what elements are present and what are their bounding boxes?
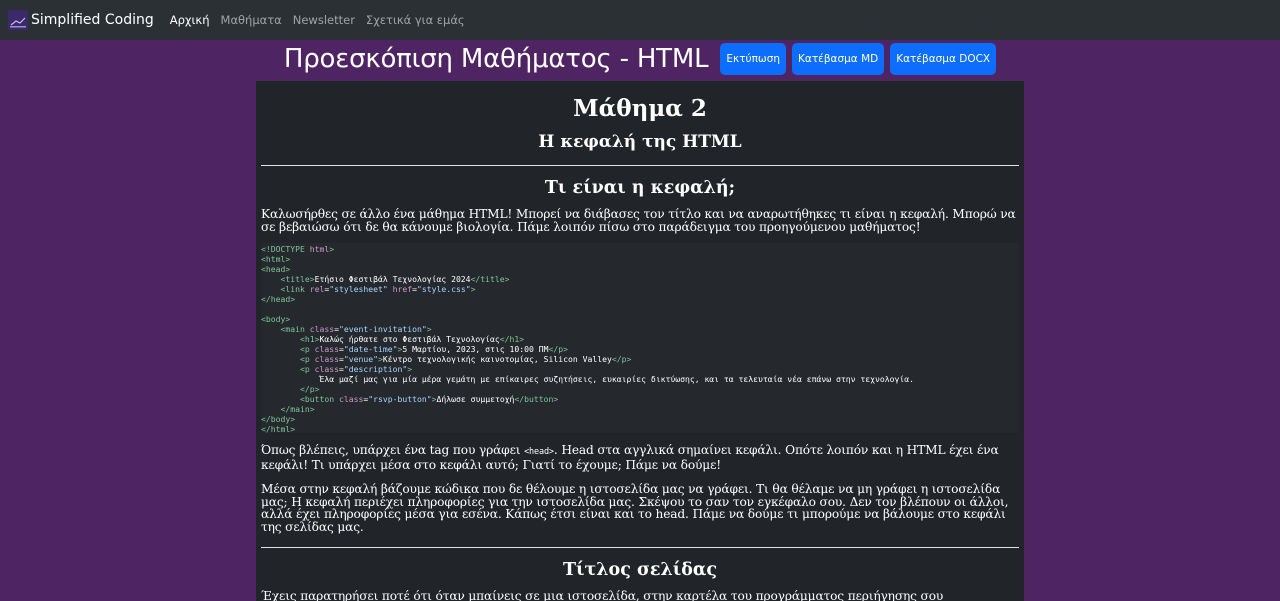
download-docx-button[interactable]: Κατέβασμα DOCX [890, 43, 997, 75]
code-button-text: Δήλωσε συμμετοχή [436, 394, 515, 405]
head-purpose-paragraph: Μέσα στην κεφαλή βάζουμε κώδικα που δε θ… [261, 481, 1009, 534]
section-title-head: Τι είναι η κεφαλή; [544, 178, 736, 198]
brand-logo-icon [8, 10, 28, 30]
lesson-content: Μάθημα 2 Η κεφαλή της HTML Τι είναι η κε… [256, 81, 1024, 601]
brand-name: Simplified Coding [31, 12, 154, 28]
page-title: Προεσκόπιση Μαθήματος - HTML [283, 44, 709, 74]
code-desc-text: Έλα μαζί μας για μία μέρα γεμάτη με επίκ… [319, 374, 914, 385]
code-venue-class: "venue" [343, 354, 378, 365]
lesson-subtitle: Η κεφαλή της HTML [538, 132, 742, 152]
download-md-button[interactable]: Κατέβασμα MD [792, 43, 885, 75]
lesson-number: Μάθημα 2 [573, 95, 707, 122]
code-rel-value: "stylesheet" [329, 284, 388, 295]
code-desc-class: "description" [343, 364, 408, 375]
code-datetime-text: 5 Μαρτίου, 2023, στις 10:00 ΠΜ [402, 344, 549, 355]
code-button-class: "rsvp-button" [368, 394, 432, 405]
code-datetime-class: "date-time" [343, 344, 398, 355]
inline-code-head: <head> [524, 447, 554, 458]
nav-link-about[interactable]: Σχετικά για εμάς [366, 13, 465, 27]
head-explanation-paragraph: Όπως βλέπεις, υπάρχει ένα tag που γράφει… [261, 444, 1019, 471]
brand-link[interactable]: Simplified Coding [8, 10, 154, 30]
code-title-text: Ετήσιο Φεστιβάλ Τεχνολογίας 2024 [314, 274, 471, 285]
code-venue-text: Κέντρο τεχνολογικής καινοτομίας, Silicon… [382, 354, 612, 365]
intro-paragraph: Καλωσήρθες σε άλλο ένα μάθημα HTML! Μπορ… [261, 207, 1016, 234]
print-button[interactable]: Εκτύπωση [720, 43, 787, 75]
nav-link-lessons[interactable]: Μαθήματα [221, 13, 282, 27]
title-row: Προεσκόπιση Μαθήματος - HTML Εκτύπωση Κα… [0, 42, 1280, 76]
code-main-class: "event-invitation" [339, 324, 427, 335]
nav-links: Αρχική Μαθήματα Newsletter Σχετικά για ε… [170, 13, 476, 27]
code-href-value: "style.css" [416, 284, 471, 295]
page-title-paragraph: Έχεις παρατηρήσει ποτέ ότι όταν μπαίνεις… [261, 588, 944, 601]
navbar: Simplified Coding Αρχική Μαθήματα Newsle… [0, 0, 1280, 40]
code-h1-text: Καλώς ήρθατε στο Φεστιβάλ Τεχνολογίας [319, 334, 500, 345]
divider [261, 546, 1019, 548]
section-title-page-title: Τίτλος σελίδας [562, 559, 718, 580]
nav-link-home[interactable]: Αρχική [170, 13, 210, 27]
para2-before: Όπως βλέπεις, υπάρχει ένα tag που γράφει [261, 443, 525, 458]
divider [261, 165, 1019, 166]
code-block: <!DOCTYPE html> <html> <head> <title>Ετή… [261, 243, 1019, 434]
nav-link-newsletter[interactable]: Newsletter [293, 13, 355, 27]
